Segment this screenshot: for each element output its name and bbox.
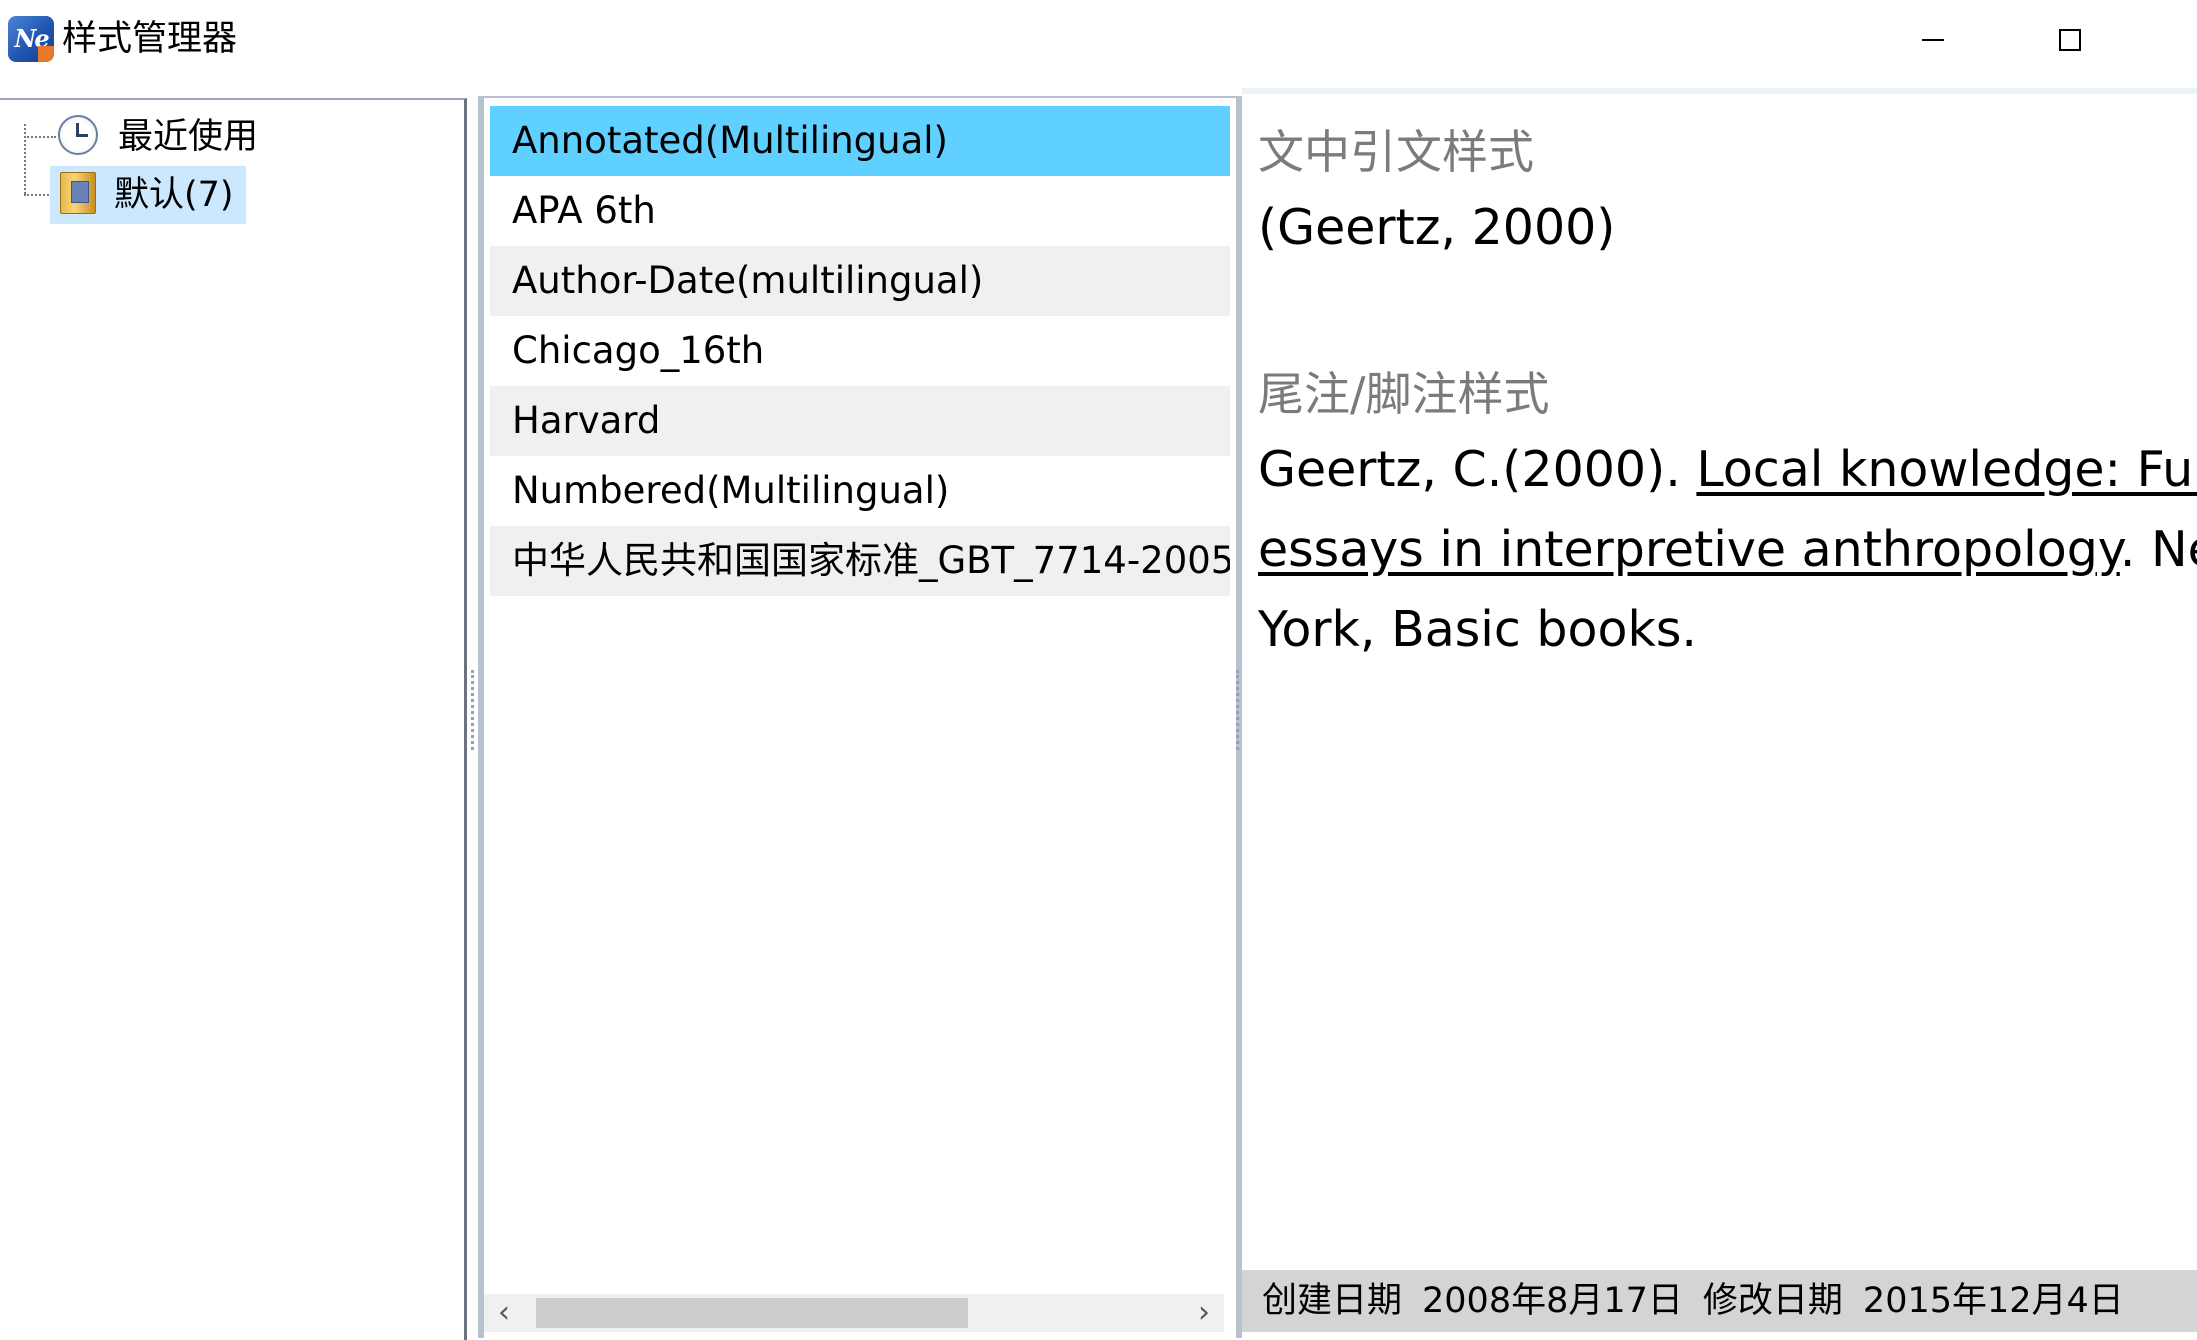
intext-citation: (Geertz, 2000)	[1258, 199, 1616, 256]
minimize-icon	[1922, 38, 1944, 41]
tree-connector	[24, 124, 26, 194]
status-bar: 创建日期 2008年8月17日 修改日期 2015年12月4日	[1242, 1270, 2197, 1332]
list-item[interactable]: Numbered(Multilingual)	[490, 456, 1230, 526]
category-tree: 最近使用 默认(7)	[0, 98, 467, 1340]
tree-item-label: 默认(7)	[114, 175, 234, 215]
window-title: 样式管理器	[62, 19, 238, 59]
tree-item-recent[interactable]: 最近使用	[58, 108, 258, 166]
reference-title: Local knowledge: Further	[1696, 441, 2197, 498]
list-item[interactable]: APA 6th	[490, 176, 1230, 246]
created-date: 2008年8月17日	[1422, 1281, 1683, 1321]
style-list: Annotated(Multilingual) APA 6th Author-D…	[478, 96, 1242, 1338]
scrollbar-thumb[interactable]	[536, 1298, 968, 1328]
list-item[interactable]: 中华人民共和国国家标准_GBT_7714-2005	[490, 526, 1230, 596]
reference-line: essays in interpretive anthropology. New	[1258, 510, 2197, 590]
maximize-icon	[2059, 28, 2081, 51]
tree-connector	[24, 194, 52, 196]
list-item[interactable]: Chicago_16th	[490, 316, 1230, 386]
splitter-handle[interactable]	[471, 670, 477, 750]
list-item[interactable]: Annotated(Multilingual)	[490, 106, 1230, 176]
title-bar: Ne 样式管理器	[0, 0, 2197, 86]
reference-title: essays in interpretive anthropology	[1258, 521, 2120, 578]
folder-icon	[60, 172, 96, 214]
tree-item-default[interactable]: 默认(7)	[50, 166, 246, 224]
reference-author-year: Geertz, C.(2000).	[1258, 441, 1697, 498]
maximize-button[interactable]	[2030, 10, 2110, 66]
reference-publisher: . New	[2119, 521, 2197, 578]
modified-label: 修改日期	[1702, 1281, 1843, 1321]
reference-line: York, Basic books.	[1258, 601, 1697, 658]
intext-heading: 文中引文样式	[1258, 125, 1534, 179]
horizontal-scrollbar[interactable]: ‹ ›	[484, 1294, 1224, 1332]
app-logo-icon: Ne	[8, 16, 54, 62]
list-item[interactable]: Author-Date(multilingual)	[490, 246, 1230, 316]
tree-connector	[24, 136, 56, 138]
scroll-left-icon[interactable]: ‹	[484, 1294, 524, 1332]
minimize-button[interactable]	[1893, 10, 1973, 66]
created-label: 创建日期	[1262, 1281, 1403, 1321]
modified-date: 2015年12月4日	[1862, 1281, 2124, 1321]
list-item[interactable]: Harvard	[490, 386, 1230, 456]
footnote-heading: 尾注/脚注样式	[1258, 367, 1550, 421]
style-preview: 文中引文样式 (Geertz, 2000) 尾注/脚注样式 Geertz, C.…	[1242, 88, 2197, 1338]
clock-icon	[58, 115, 98, 155]
reference-line: Geertz, C.(2000). Local knowledge: Furth…	[1258, 430, 2197, 510]
scroll-right-icon[interactable]: ›	[1184, 1294, 1224, 1332]
tree-item-label: 最近使用	[118, 117, 259, 157]
